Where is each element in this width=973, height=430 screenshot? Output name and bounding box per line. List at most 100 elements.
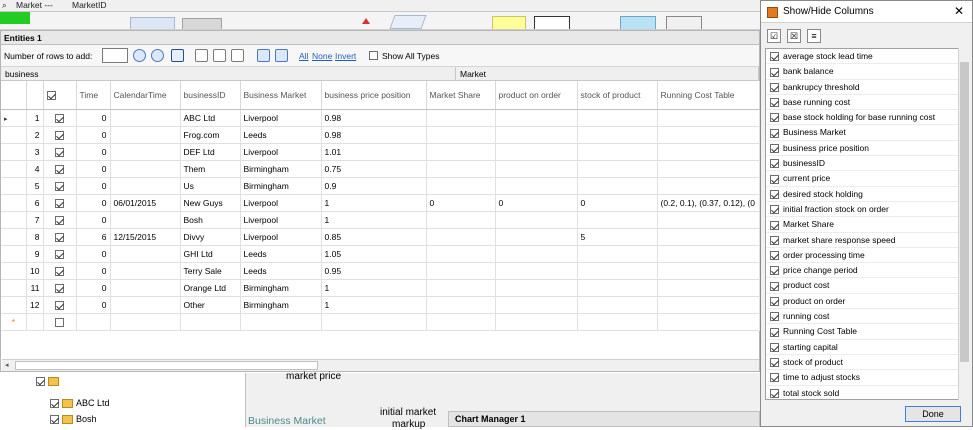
row-select-checkbox[interactable] bbox=[55, 232, 64, 242]
row-select-checkbox[interactable] bbox=[55, 300, 64, 310]
new-row-cell[interactable] bbox=[43, 313, 77, 331]
column-list-item[interactable]: base stock holding for base running cost bbox=[766, 110, 969, 126]
column-visibility-checkbox[interactable] bbox=[770, 266, 779, 276]
list-scrollbar[interactable] bbox=[958, 48, 970, 400]
column-visibility-checkbox[interactable] bbox=[770, 82, 779, 92]
table-shape[interactable] bbox=[666, 16, 702, 29]
cell-business-price-position[interactable]: 1.01 bbox=[321, 143, 427, 161]
cell-business-market[interactable]: Liverpool bbox=[240, 143, 322, 161]
search-icon[interactable]: ⌕ bbox=[2, 0, 7, 11]
row-select-checkbox[interactable] bbox=[55, 215, 64, 225]
new-row-cell[interactable] bbox=[577, 313, 658, 331]
new-row-checkbox[interactable] bbox=[55, 317, 64, 327]
cell-product-on-order[interactable]: 0 bbox=[495, 194, 578, 212]
cell-time[interactable]: 0 bbox=[76, 126, 111, 144]
row-header[interactable]: ▸ bbox=[1, 109, 27, 127]
row-select-checkbox[interactable] bbox=[55, 147, 64, 157]
row-select-checkbox[interactable] bbox=[55, 164, 64, 174]
cell-stock-of-product[interactable] bbox=[577, 279, 658, 297]
row-number[interactable]: 2 bbox=[26, 126, 44, 144]
col-select-all[interactable] bbox=[43, 81, 77, 110]
row-header[interactable] bbox=[1, 228, 27, 246]
cell-running-cost-table[interactable] bbox=[657, 126, 760, 144]
text-box-shape[interactable] bbox=[534, 16, 570, 29]
cell-product-on-order[interactable] bbox=[495, 109, 578, 127]
column-visibility-checkbox[interactable] bbox=[770, 373, 779, 383]
cell-running-cost-table[interactable] bbox=[657, 109, 760, 127]
cell-market-share[interactable] bbox=[426, 211, 496, 229]
row-select-checkbox[interactable] bbox=[55, 283, 64, 293]
cell-businessid[interactable]: DEF Ltd bbox=[180, 143, 241, 161]
column-list-item[interactable]: starting capital bbox=[766, 340, 969, 355]
cell-calendartime[interactable] bbox=[110, 296, 181, 314]
cell-market-share[interactable] bbox=[426, 245, 496, 263]
new-row-marker[interactable]: * bbox=[1, 313, 27, 331]
column-visibility-checkbox[interactable] bbox=[770, 220, 779, 230]
column-visibility-checkbox[interactable] bbox=[770, 174, 779, 184]
column-list-item[interactable]: average stock lead time bbox=[766, 49, 969, 65]
row-select-checkbox[interactable] bbox=[55, 181, 64, 191]
table-row[interactable]: 11 0 Orange Ltd Birmingham 1 bbox=[1, 279, 760, 297]
tree-checkbox[interactable] bbox=[36, 377, 45, 386]
cell-running-cost-table[interactable] bbox=[657, 228, 760, 246]
cell-calendartime[interactable] bbox=[110, 126, 181, 144]
close-icon[interactable]: ✕ bbox=[954, 4, 964, 18]
row-header[interactable] bbox=[1, 211, 27, 229]
cell-business-market[interactable]: Birmingham bbox=[240, 279, 322, 297]
cell-stock-of-product[interactable] bbox=[577, 245, 658, 263]
row-number[interactable]: 11 bbox=[26, 279, 44, 297]
cell-running-cost-table[interactable] bbox=[657, 279, 760, 297]
cell-calendartime[interactable]: 06/01/2015 bbox=[110, 194, 181, 212]
table-row[interactable]: 9 0 GHI Ltd Leeds 1.05 bbox=[1, 245, 760, 263]
col-business-market[interactable]: Business Market bbox=[240, 81, 322, 110]
row-number[interactable]: 7 bbox=[26, 211, 44, 229]
row-checkbox[interactable] bbox=[43, 194, 77, 212]
cell-product-on-order[interactable] bbox=[495, 228, 578, 246]
column-list-item[interactable]: total stock sold bbox=[766, 386, 969, 399]
cell-business-price-position[interactable]: 0.85 bbox=[321, 228, 427, 246]
new-row-cell[interactable] bbox=[110, 313, 181, 331]
cell-time[interactable]: 0 bbox=[76, 177, 111, 195]
cell-businessid[interactable]: Other bbox=[180, 296, 241, 314]
cell-time[interactable]: 0 bbox=[76, 211, 111, 229]
col-calendartime[interactable]: CalendarTime bbox=[110, 81, 181, 110]
column-visibility-checkbox[interactable] bbox=[770, 189, 779, 199]
tree-item[interactable] bbox=[36, 377, 62, 386]
cell-product-on-order[interactable] bbox=[495, 245, 578, 263]
cell-running-cost-table[interactable] bbox=[657, 143, 760, 161]
cell-business-price-position[interactable]: 1 bbox=[321, 194, 427, 212]
column-list-item[interactable]: product cost bbox=[766, 278, 969, 294]
row-select-checkbox[interactable] bbox=[55, 266, 64, 276]
cell-businessid[interactable]: New Guys bbox=[180, 194, 241, 212]
table-row[interactable]: 5 0 Us Birmingham 0.9 bbox=[1, 177, 760, 195]
cell-time[interactable]: 0 bbox=[76, 143, 111, 161]
copy-icon[interactable] bbox=[213, 49, 226, 62]
row-header[interactable] bbox=[1, 279, 27, 297]
row-number[interactable]: 9 bbox=[26, 245, 44, 263]
tree-item-bosh[interactable]: Bosh bbox=[50, 414, 97, 424]
cell-market-share[interactable] bbox=[426, 228, 496, 246]
cell-business-market[interactable]: Liverpool bbox=[240, 228, 322, 246]
cell-calendartime[interactable] bbox=[110, 143, 181, 161]
cell-market-share[interactable] bbox=[426, 262, 496, 280]
row-checkbox[interactable] bbox=[43, 296, 77, 314]
cell-stock-of-product[interactable] bbox=[577, 211, 658, 229]
cell-running-cost-table[interactable]: (0.2, 0.1), (0.37, 0.12), (0 bbox=[657, 194, 760, 212]
table-row[interactable]: 4 0 Them Birmingham 0.75 bbox=[1, 160, 760, 178]
cell-market-share[interactable] bbox=[426, 279, 496, 297]
cell-business-market[interactable]: Liverpool bbox=[240, 194, 322, 212]
table-row[interactable]: 7 0 Bosh Liverpool 1 bbox=[1, 211, 760, 229]
cell-running-cost-table[interactable] bbox=[657, 177, 760, 195]
cell-calendartime[interactable] bbox=[110, 245, 181, 263]
row-select-checkbox[interactable] bbox=[55, 198, 64, 208]
cell-calendartime[interactable] bbox=[110, 109, 181, 127]
column-list-item[interactable]: bank balance bbox=[766, 64, 969, 80]
column-list-item[interactable]: initial fraction stock on order bbox=[766, 202, 969, 218]
row-number[interactable]: 5 bbox=[26, 177, 44, 195]
cell-product-on-order[interactable] bbox=[495, 262, 578, 280]
chart-shape[interactable] bbox=[620, 16, 656, 29]
row-select-checkbox[interactable] bbox=[55, 249, 64, 259]
cell-market-share[interactable] bbox=[426, 177, 496, 195]
column-list-item[interactable]: market share response speed bbox=[766, 233, 969, 248]
cell-business-market[interactable]: Liverpool bbox=[240, 109, 322, 127]
